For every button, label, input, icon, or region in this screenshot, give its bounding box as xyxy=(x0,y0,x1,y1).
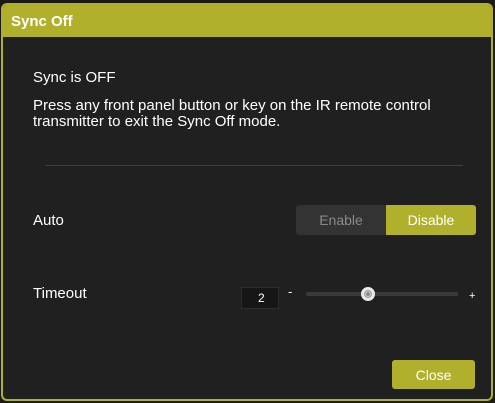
disable-option[interactable]: Disable xyxy=(386,205,476,235)
timeout-slider-thumb[interactable] xyxy=(361,287,376,301)
enable-option[interactable]: Enable xyxy=(296,205,386,235)
instructions-text: Press any front panel button or key on t… xyxy=(33,97,431,130)
timeout-label: Timeout xyxy=(33,285,87,302)
timeout-value-field[interactable]: 2 xyxy=(241,287,279,309)
dialog-title-bar: Sync Off xyxy=(3,5,491,37)
divider xyxy=(45,165,463,166)
dialog-title: Sync Off xyxy=(11,13,73,30)
auto-toggle: Enable Disable xyxy=(296,205,476,235)
timeout-decrease-button[interactable]: - xyxy=(288,285,292,299)
sync-off-dialog: Sync Off Sync is OFF Press any front pan… xyxy=(1,3,493,401)
sync-status-text: Sync is OFF xyxy=(33,69,116,86)
timeout-increase-button[interactable]: + xyxy=(469,290,475,302)
auto-label: Auto xyxy=(33,212,64,229)
close-button[interactable]: Close xyxy=(392,360,475,389)
timeout-slider-track[interactable] xyxy=(306,292,458,296)
